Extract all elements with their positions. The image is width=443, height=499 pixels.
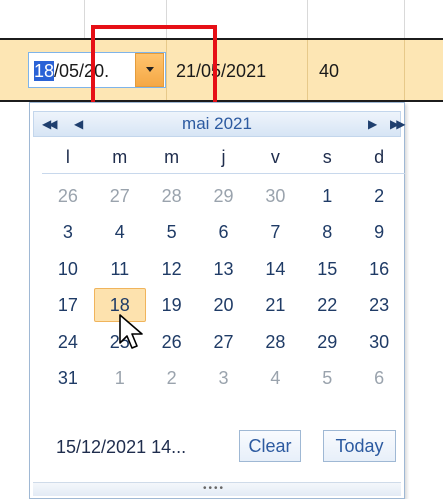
calendar-day[interactable]: 6 — [198, 214, 250, 250]
calendar-day[interactable]: 3 — [42, 214, 94, 250]
calendar-day-other-month[interactable]: 3 — [198, 360, 250, 396]
calendar-day[interactable]: 8 — [301, 214, 353, 250]
clear-button[interactable]: Clear — [239, 430, 301, 462]
calendar-day-other-month[interactable]: 2 — [146, 360, 198, 396]
calendar-day-other-month[interactable]: 6 — [353, 360, 405, 396]
calendar-day-other-month[interactable]: 1 — [94, 360, 146, 396]
calendar-day[interactable]: 15 — [301, 251, 353, 287]
calendar-day-other-month[interactable]: 26 — [42, 178, 94, 214]
grid-column-line — [404, 0, 405, 38]
calendar-day-other-month[interactable]: 4 — [249, 360, 301, 396]
weekday-label: s — [322, 147, 332, 167]
focus-highlight-frame — [91, 25, 217, 109]
grid-column-line — [307, 0, 308, 38]
calendar-day[interactable]: 5 — [146, 214, 198, 250]
double-chevron-right-icon: ▶▶ — [390, 117, 406, 131]
calendar-day-other-month[interactable]: 5 — [301, 360, 353, 396]
weekday-label: l — [65, 147, 70, 167]
mouse-pointer-icon — [119, 314, 143, 349]
calendar-day[interactable]: 17 — [42, 287, 94, 323]
weekday-label: j — [221, 147, 226, 167]
calendar-day-other-month[interactable]: 29 — [198, 178, 250, 214]
chevron-right-icon: ▶ — [368, 117, 378, 131]
calendar-day[interactable]: 19 — [146, 287, 198, 323]
calendar-day[interactable]: 24 — [42, 324, 94, 360]
next-year-button[interactable]: ▶▶ — [390, 113, 406, 135]
calendar-day[interactable]: 1 — [301, 178, 353, 214]
start-date-day-selected: 18 — [34, 61, 55, 81]
calendar-day[interactable]: 14 — [249, 251, 301, 287]
calendar-day[interactable]: 20 — [198, 287, 250, 323]
month-title[interactable]: mai 2021 — [33, 111, 401, 137]
calendar-day[interactable]: 23 — [353, 287, 405, 323]
resize-grip[interactable]: •••• — [33, 482, 401, 496]
calendar-day[interactable]: 26 — [146, 324, 198, 360]
calendar-day-other-month[interactable]: 30 — [249, 178, 301, 214]
calendar-day[interactable]: 31 — [42, 360, 94, 396]
calendar-day[interactable]: 12 — [146, 251, 198, 287]
weekday-divider — [42, 173, 405, 174]
count-cell[interactable]: 40 — [319, 58, 339, 84]
calendar-day[interactable]: 29 — [301, 324, 353, 360]
calendar-day[interactable]: 2 — [353, 178, 405, 214]
calendar-day[interactable]: 13 — [198, 251, 250, 287]
calendar-day[interactable]: 21 — [249, 287, 301, 323]
calendar-day[interactable]: 22 — [301, 287, 353, 323]
row-column-separator — [404, 40, 405, 100]
calendar-week-row: 10 11 12 13 14 15 16 — [42, 251, 405, 287]
grid-column-line — [84, 0, 85, 38]
footer-datetime: 15/12/2021 14... — [56, 437, 187, 457]
calendar-day[interactable]: 30 — [353, 324, 405, 360]
weekday-header: l m m j v s d — [42, 142, 405, 172]
next-month-button[interactable]: ▶ — [368, 113, 377, 135]
calendar-day[interactable]: 16 — [353, 251, 405, 287]
calendar-week-row: 26 27 28 29 30 1 2 — [42, 178, 405, 214]
grid-rows-above — [0, 0, 443, 38]
calendar-day[interactable]: 7 — [249, 214, 301, 250]
weekday-label: m — [112, 147, 128, 167]
calendar-week-row: 31 1 2 3 4 5 6 — [42, 360, 405, 396]
calendar-week-row: 24252627282930 — [42, 324, 405, 360]
row-column-separator — [307, 40, 308, 100]
calendar-week-row: 3456789 — [42, 214, 405, 250]
weekday-label: m — [164, 147, 180, 167]
calendar-day[interactable]: 28 — [249, 324, 301, 360]
calendar-day[interactable]: 27 — [198, 324, 250, 360]
calendar-day[interactable]: 4 — [94, 214, 146, 250]
weekday-label: d — [374, 147, 385, 167]
calendar-week-row: 17 18 19 20 21 22 23 — [42, 287, 405, 323]
calendar-day[interactable]: 10 — [42, 251, 94, 287]
calendar-day[interactable]: 9 — [353, 214, 405, 250]
calendar-day-other-month[interactable]: 28 — [146, 178, 198, 214]
today-button[interactable]: Today — [323, 430, 396, 462]
weekday-label: v — [270, 147, 280, 167]
calendar-day-other-month[interactable]: 27 — [94, 178, 146, 214]
calendar-day[interactable]: 11 — [94, 251, 146, 287]
grip-dots-icon: •••• — [203, 483, 226, 494]
